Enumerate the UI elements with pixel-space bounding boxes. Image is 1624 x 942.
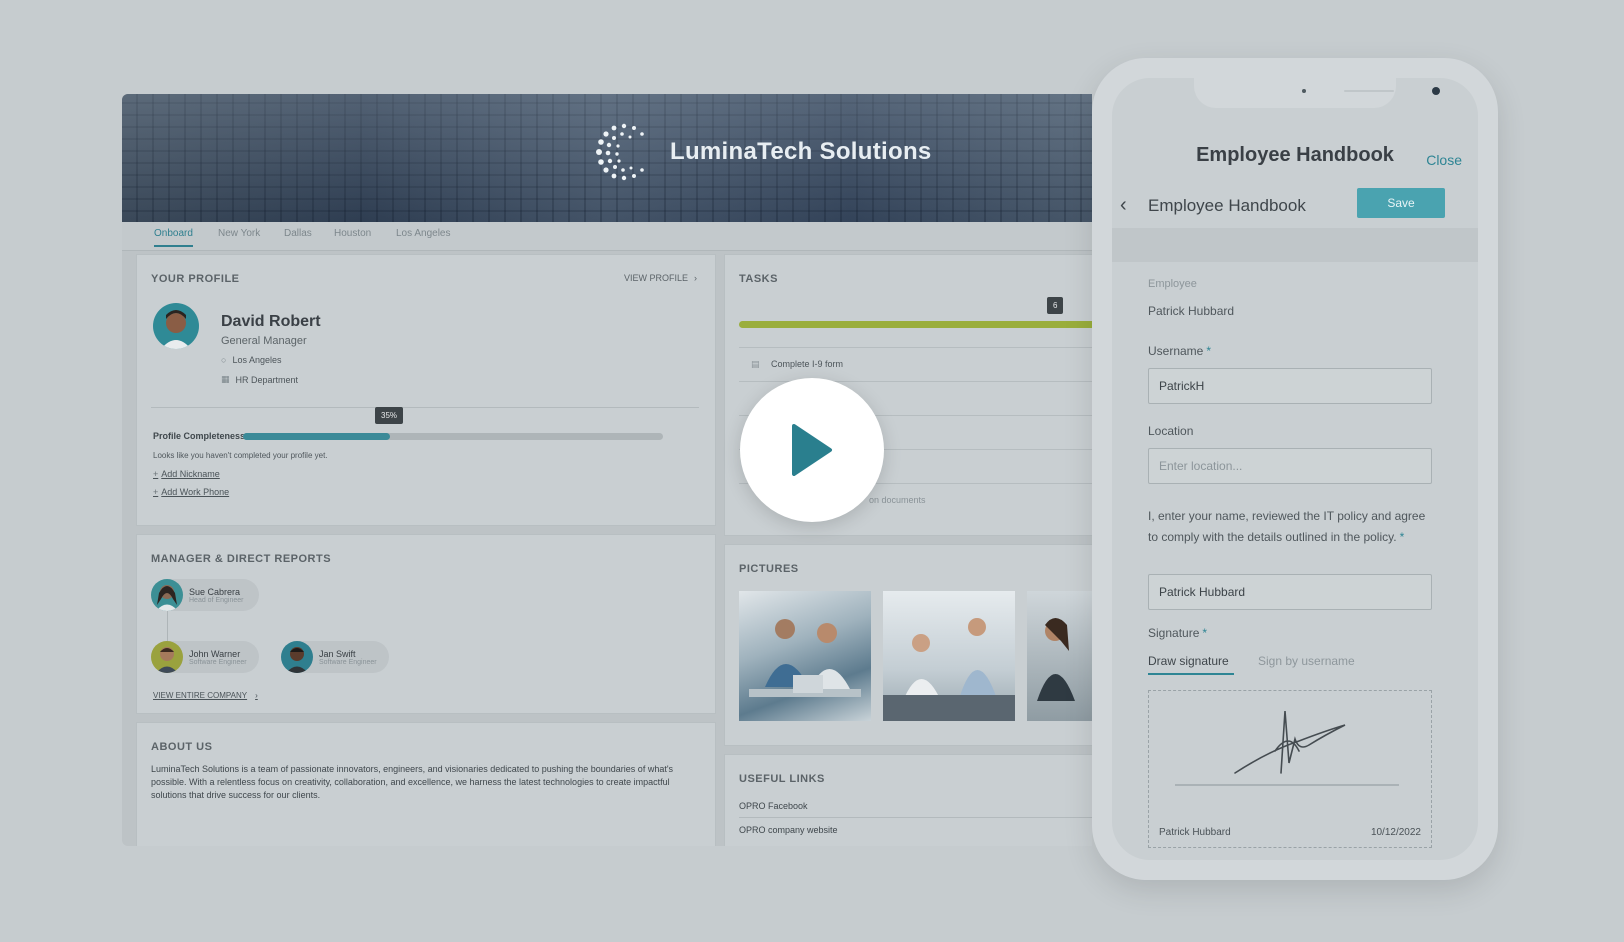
person-name: Sue Cabrera	[189, 586, 241, 597]
employee-label: Employee	[1148, 278, 1197, 290]
agreement-name-field[interactable]: Patrick Hubbard	[1148, 574, 1432, 610]
useful-links-card: USEFUL LINKS OPRO Facebook OPRO company …	[724, 754, 1092, 846]
profile-department-text: HR Department	[235, 374, 299, 385]
useful-links-section-title: USEFUL LINKS	[739, 773, 825, 785]
divider	[151, 407, 699, 408]
header-banner: LuminaTech Solutions	[122, 94, 1092, 222]
tasks-progress-bar	[739, 321, 1092, 328]
profile-location-text: Los Angeles	[232, 355, 282, 365]
location-tabs: Onboard New York Dallas Houston Los Ange…	[122, 222, 1092, 251]
office-photo[interactable]	[1027, 591, 1092, 721]
tab-new-york[interactable]: New York	[218, 228, 260, 239]
about-section-title: ABOUT US	[151, 741, 213, 753]
company-logo-icon	[596, 123, 644, 181]
completeness-hint: Looks like you haven't completed your pr…	[153, 451, 328, 460]
person-card-sue-cabrera[interactable]: Sue Cabrera Head of Engineer	[151, 579, 259, 611]
task-label: on documents	[869, 495, 926, 505]
close-button[interactable]: Close	[1426, 152, 1462, 168]
sign-date: 10/12/2022	[1370, 827, 1421, 838]
office-photo[interactable]	[883, 591, 1015, 721]
about-card: ABOUT US LuminaTech Solutions is a team …	[136, 722, 716, 846]
office-photo[interactable]	[739, 591, 871, 721]
avatar	[151, 579, 183, 611]
save-button[interactable]: Save	[1357, 188, 1445, 218]
header-band	[1112, 228, 1478, 262]
chevron-right-icon: ›	[255, 691, 258, 700]
play-video-button[interactable]	[740, 378, 884, 522]
person-role: Head of Engineer	[189, 596, 244, 604]
person-name: John Warner	[189, 648, 241, 659]
about-text: LuminaTech Solutions is a team of passio…	[151, 764, 674, 800]
portal-window: LuminaTech Solutions Onboard New York Da…	[122, 94, 1092, 846]
location-field[interactable]: Enter location...	[1148, 448, 1432, 484]
person-role: Software Engineer	[189, 658, 247, 666]
view-profile-link[interactable]: VIEW PROFILE ›	[624, 273, 697, 283]
tasks-section-title: TASKS	[739, 273, 778, 285]
chevron-left-icon[interactable]: ‹	[1120, 194, 1127, 217]
play-icon	[792, 424, 832, 476]
username-label: Username *	[1148, 344, 1212, 358]
phone-frame: Employee Handbook Close ‹ Employee Handb…	[1092, 58, 1498, 880]
manager-section-title: MANAGER & DIRECT REPORTS	[151, 553, 332, 565]
profile-location: ○ Los Angeles	[221, 355, 281, 365]
pictures-section-title: PICTURES	[739, 563, 799, 575]
tab-los-angeles[interactable]: Los Angeles	[396, 228, 451, 239]
profile-name: David Robert	[221, 313, 321, 330]
link-opro-website[interactable]: OPRO company website	[739, 825, 838, 835]
completeness-progress-fill	[243, 433, 390, 440]
divider	[739, 817, 1092, 818]
view-profile-label: VIEW PROFILE	[623, 273, 688, 283]
signer-name: Patrick Hubbard	[1159, 827, 1231, 838]
phone-screen: Employee Handbook Close ‹ Employee Handb…	[1112, 78, 1478, 860]
profile-section-title: YOUR PROFILE	[151, 273, 240, 285]
add-work-phone-link[interactable]: + Add Work Phone	[153, 487, 229, 497]
location-label: Location	[1148, 424, 1194, 438]
phone-notch	[1194, 78, 1440, 108]
completeness-label: Profile Completeness	[153, 431, 246, 441]
person-card-jan-swift[interactable]: Jan Swift Software Engineer	[281, 641, 389, 673]
tab-sign-by-username[interactable]: Sign by username	[1258, 654, 1355, 668]
brand: LuminaTech Solutions	[592, 120, 932, 184]
chevron-right-icon: ›	[694, 273, 697, 283]
agreement-text: I, enter your name, reviewed the IT poli…	[1148, 509, 1426, 544]
signature-pad[interactable]: Patrick Hubbard 10/12/2022	[1148, 690, 1432, 848]
pictures-card: PICTURES	[724, 544, 1092, 746]
person-role: Software Engineer	[319, 658, 377, 666]
tab-onboard[interactable]: Onboard	[154, 228, 193, 247]
modal-title: Employee Handbook	[1196, 144, 1394, 166]
add-nickname-link[interactable]: + Add Nickname	[153, 469, 220, 479]
username-field[interactable]: PatrickH	[1148, 368, 1432, 404]
employee-value: Patrick Hubbard	[1148, 304, 1235, 318]
tab-draw-signature[interactable]: Draw signature	[1148, 654, 1234, 675]
tasks-progress-badge: 6	[1047, 297, 1064, 314]
company-name: LuminaTech Solutions	[670, 138, 932, 165]
form-title: Employee Handbook	[1148, 196, 1306, 215]
org-line	[167, 605, 168, 645]
document-icon: ▤	[751, 359, 760, 369]
completeness-progress-bar	[243, 433, 663, 440]
manager-card: MANAGER & DIRECT REPORTS Sue Cabrera Hea…	[136, 534, 716, 714]
tab-dallas[interactable]: Dallas	[284, 228, 312, 239]
person-card-john-warner[interactable]: John Warner Software Engineer	[151, 641, 259, 673]
task-label: Complete I-9 form	[771, 359, 844, 369]
profile-department: ▦ HR Department	[221, 374, 298, 385]
profile-card: YOUR PROFILE VIEW PROFILE › David Robert…	[136, 254, 716, 526]
building-icon: ▦	[221, 374, 230, 384]
signature-label: Signature *	[1148, 626, 1208, 640]
completeness-tooltip: 35%	[375, 407, 404, 424]
avatar[interactable]	[153, 303, 199, 349]
map-pin-icon: ○	[221, 355, 227, 365]
person-name: Jan Swift	[319, 648, 356, 659]
task-row[interactable]: ▤ Complete I-9 form	[739, 347, 1092, 380]
signature-drawing	[1175, 710, 1399, 786]
view-entire-company-link[interactable]: VIEW ENTIRE COMPANY ›	[153, 691, 258, 700]
profile-role: General Manager	[221, 335, 307, 347]
tab-houston[interactable]: Houston	[334, 228, 371, 239]
avatar	[281, 641, 313, 673]
avatar-photo	[161, 310, 191, 349]
link-opro-facebook[interactable]: OPRO Facebook	[739, 801, 808, 811]
avatar	[151, 641, 183, 673]
